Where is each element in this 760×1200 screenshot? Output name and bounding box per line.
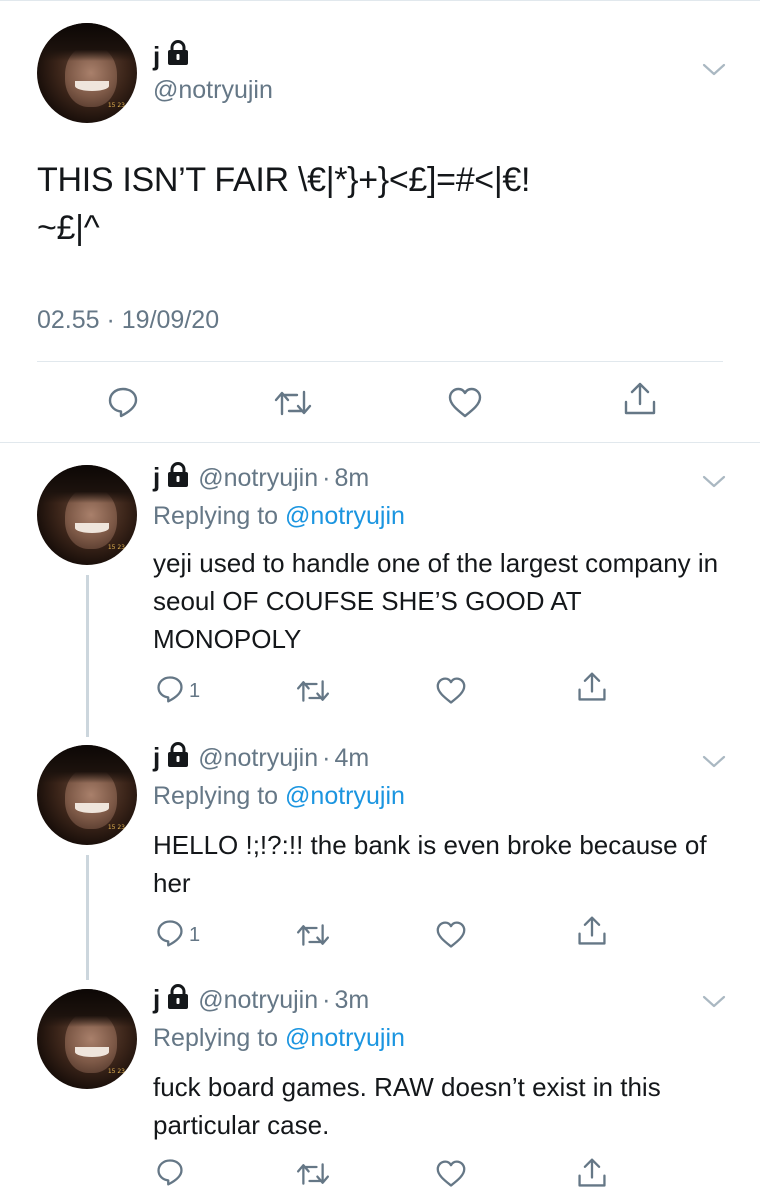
reply-button[interactable]: 1 bbox=[155, 674, 200, 709]
like-icon bbox=[435, 1159, 467, 1194]
divider bbox=[37, 361, 723, 362]
author-handle[interactable]: @notryujin bbox=[198, 464, 318, 493]
replying-prefix: Replying to bbox=[153, 1024, 279, 1052]
tweet-time[interactable]: 8m bbox=[334, 464, 369, 493]
like-button[interactable] bbox=[447, 386, 483, 425]
replying-mention-link[interactable]: @notryujin bbox=[285, 502, 405, 530]
reply-icon bbox=[106, 385, 140, 424]
chevron-down-icon[interactable] bbox=[702, 994, 726, 1015]
author-handle[interactable]: @notryujin bbox=[198, 744, 318, 773]
retweet-icon bbox=[295, 921, 331, 954]
avatar[interactable]: 15 23 bbox=[37, 23, 137, 123]
retweet-button[interactable] bbox=[295, 677, 331, 710]
reply-icon bbox=[155, 918, 185, 953]
reply-icon bbox=[155, 674, 185, 709]
reply-button[interactable] bbox=[155, 1157, 189, 1192]
retweet-button[interactable] bbox=[295, 921, 331, 954]
author-name[interactable]: j bbox=[153, 462, 160, 493]
chevron-down-icon[interactable] bbox=[702, 62, 726, 83]
author-name-row[interactable]: j bbox=[153, 40, 190, 73]
reply-button[interactable] bbox=[106, 385, 140, 424]
share-button[interactable] bbox=[576, 1156, 608, 1195]
avatar[interactable]: 15 23 bbox=[37, 465, 137, 565]
replying-to: Replying to @notryujin bbox=[153, 1024, 405, 1053]
replying-to: Replying to @notryujin bbox=[153, 782, 405, 811]
reply-text: yeji used to handle one of the largest c… bbox=[153, 548, 719, 654]
share-button[interactable] bbox=[576, 670, 608, 709]
retweet-button[interactable] bbox=[295, 1160, 331, 1193]
main-tweet: 15 23 j @notryujin THIS ISN’T FAIR \€|*}… bbox=[0, 0, 760, 442]
share-icon bbox=[622, 380, 658, 423]
avatar[interactable]: 15 23 bbox=[37, 745, 137, 845]
share-icon bbox=[576, 914, 608, 953]
separator-dot: · bbox=[322, 744, 331, 772]
reply-tweet: 15 23 j @notryujin · 3m Replying to @not… bbox=[0, 964, 760, 1200]
author-name[interactable]: j bbox=[153, 742, 160, 773]
author-handle[interactable]: @notryujin bbox=[198, 986, 318, 1015]
reply-count: 1 bbox=[189, 680, 201, 702]
reply-tweet: 15 23 j @notryujin · 4m Replying to @not… bbox=[0, 722, 760, 964]
retweet-button[interactable] bbox=[273, 387, 313, 424]
replying-prefix: Replying to bbox=[153, 502, 279, 530]
tweet-timestamp[interactable]: 02.55 · 19/09/20 bbox=[37, 306, 219, 335]
separator-dot: · bbox=[322, 464, 331, 492]
chevron-down-icon[interactable] bbox=[702, 474, 726, 495]
replying-mention-link[interactable]: @notryujin bbox=[285, 1024, 405, 1052]
share-icon bbox=[576, 670, 608, 709]
retweet-icon bbox=[295, 1160, 331, 1193]
like-icon bbox=[435, 676, 467, 711]
replying-to: Replying to @notryujin bbox=[153, 502, 405, 531]
tweet-text: THIS ISN’T FAIR \€|*}+}<£]=#<|€! ~£|^ bbox=[37, 156, 727, 252]
reply-header: j @notryujin · 3m bbox=[153, 984, 369, 1015]
replying-mention-link[interactable]: @notryujin bbox=[285, 782, 405, 810]
like-button[interactable] bbox=[435, 676, 467, 711]
tweet-text-line: THIS ISN’T FAIR \€|*}+}<£]=#<|€! bbox=[37, 161, 531, 199]
reply-button[interactable]: 1 bbox=[155, 918, 200, 953]
avatar[interactable]: 15 23 bbox=[37, 989, 137, 1089]
like-icon bbox=[447, 386, 483, 425]
tweet-time[interactable]: 3m bbox=[334, 986, 369, 1015]
like-icon bbox=[435, 920, 467, 955]
share-icon bbox=[576, 1156, 608, 1195]
lock-icon bbox=[166, 742, 190, 773]
reply-header: j @notryujin · 4m bbox=[153, 742, 369, 773]
separator-dot: · bbox=[322, 986, 331, 1014]
reply-tweet: 15 23 j @notryujin · 8m Replying to @not… bbox=[0, 442, 760, 722]
chevron-down-icon[interactable] bbox=[702, 754, 726, 775]
tweet-text-line: ~£|^ bbox=[37, 209, 100, 247]
lock-icon bbox=[166, 984, 190, 1015]
reply-header: j @notryujin · 8m bbox=[153, 462, 369, 493]
author-handle[interactable]: @notryujin bbox=[153, 76, 273, 105]
reply-count: 1 bbox=[189, 924, 201, 946]
share-button[interactable] bbox=[576, 914, 608, 953]
retweet-icon bbox=[295, 677, 331, 710]
author-name[interactable]: j bbox=[153, 41, 160, 72]
lock-icon bbox=[166, 40, 190, 73]
retweet-icon bbox=[273, 387, 313, 424]
lock-icon bbox=[166, 462, 190, 493]
reply-text: HELLO !;!?:!! the bank is even broke bec… bbox=[153, 830, 707, 898]
replying-prefix: Replying to bbox=[153, 782, 279, 810]
reply-text: fuck board games. RAW doesn’t exist in t… bbox=[153, 1072, 661, 1140]
reply-icon bbox=[155, 1157, 185, 1192]
like-button[interactable] bbox=[435, 920, 467, 955]
tweet-time[interactable]: 4m bbox=[334, 744, 369, 773]
share-button[interactable] bbox=[622, 380, 658, 423]
author-name[interactable]: j bbox=[153, 984, 160, 1015]
like-button[interactable] bbox=[435, 1159, 467, 1194]
